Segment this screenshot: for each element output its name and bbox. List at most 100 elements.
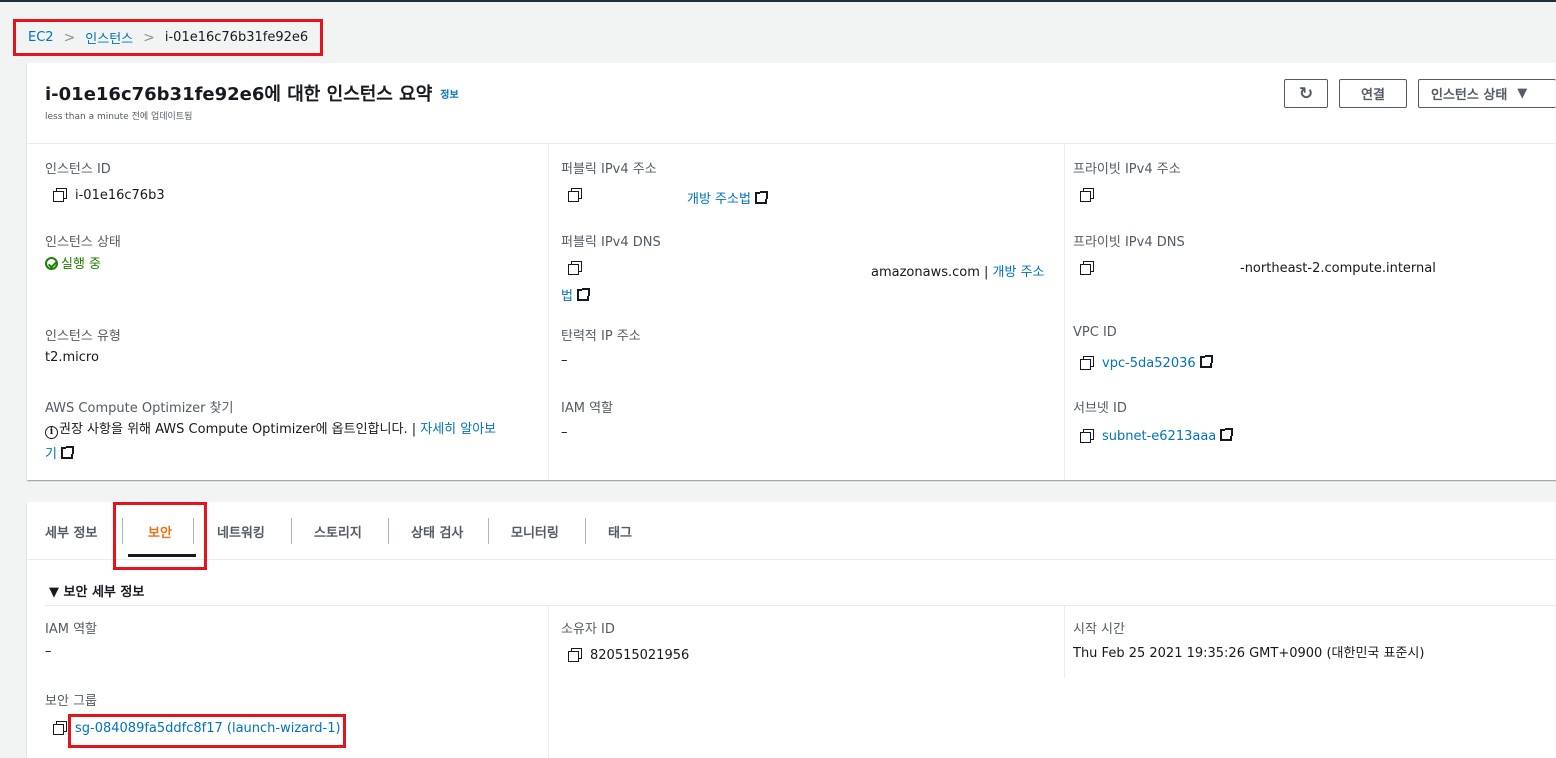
external-link-icon bbox=[1199, 355, 1213, 368]
info-link[interactable]: 정보 bbox=[440, 90, 458, 101]
private-dns-value: -northeast-2.compute.internal bbox=[1240, 261, 1436, 276]
private-ipv4-copy bbox=[1080, 188, 1102, 203]
sec-iam-role-value: – bbox=[45, 644, 52, 659]
copy-icon[interactable] bbox=[1080, 429, 1094, 443]
summary-title-text: i-01e16c76b31fe92e6에 대한 인스턴스 요약 bbox=[45, 84, 433, 105]
subnet-id-value: subnet-e6213aaa bbox=[1080, 428, 1234, 444]
header-actions: ↻ 연결 인스턴스 상태 ▼ bbox=[1284, 79, 1556, 108]
public-dns-text: amazonaws.com | bbox=[871, 265, 989, 280]
instance-type-label: 인스턴스 유형 bbox=[45, 329, 121, 344]
highlight-box-security-tab bbox=[113, 502, 207, 570]
tab-divider bbox=[488, 518, 489, 544]
instance-details-card: 세부 정보 보안 네트워킹 스토리지 상태 검사 모니터링 태그 ▼ 보안 세부… bbox=[27, 502, 1556, 758]
private-dns-label: 프라이빗 IPv4 DNS bbox=[1073, 235, 1185, 250]
column-divider bbox=[548, 144, 549, 480]
external-link-icon bbox=[60, 446, 74, 459]
optimizer-message: 권장 사항을 위해 AWS Compute Optimizer에 옵트인합니다.… bbox=[59, 422, 417, 437]
vpc-id-value: vpc-5da52036 bbox=[1080, 355, 1213, 371]
breadcrumb-instances[interactable]: 인스턴스 bbox=[85, 28, 133, 47]
iam-role-value: – bbox=[561, 425, 568, 440]
public-dns-value: amazonaws.com | 개방 주소 bbox=[871, 261, 1045, 280]
instance-summary-card: i-01e16c76b31fe92e6에 대한 인스턴스 요약 정보 less t… bbox=[27, 63, 1556, 480]
sec-iam-role-label: IAM 역할 bbox=[45, 622, 97, 637]
tab-details[interactable]: 세부 정보 bbox=[45, 522, 97, 541]
section-divider bbox=[45, 605, 1556, 606]
public-ipv4-label: 퍼블릭 IPv4 주소 bbox=[561, 162, 657, 177]
private-ipv4-label: 프라이빗 IPv4 주소 bbox=[1073, 162, 1181, 177]
subnet-id-link[interactable]: subnet-e6213aaa bbox=[1102, 429, 1216, 444]
security-group-label: 보안 그룹 bbox=[45, 694, 97, 709]
optimizer-label: AWS Compute Optimizer 찾기 bbox=[45, 401, 234, 416]
public-dns-copy bbox=[568, 261, 590, 276]
copy-icon[interactable] bbox=[1080, 261, 1094, 275]
chevron-right-icon: > bbox=[143, 29, 155, 46]
instance-id-value: i-01e16c76b3 bbox=[53, 188, 165, 203]
public-dns-link[interactable]: 개방 주소 bbox=[993, 265, 1045, 280]
highlight-box-security-group bbox=[68, 714, 346, 748]
tab-divider bbox=[291, 518, 292, 544]
elastic-ip-value: – bbox=[561, 353, 568, 368]
copy-icon[interactable] bbox=[568, 648, 582, 662]
tab-tags[interactable]: 태그 bbox=[608, 522, 632, 541]
copy-icon[interactable] bbox=[1080, 356, 1094, 370]
private-dns-copy bbox=[1080, 261, 1102, 276]
instance-id-text: i-01e16c76b3 bbox=[75, 188, 165, 203]
last-updated: less than a minute 전에 업데이트됨 bbox=[45, 112, 193, 122]
copy-icon[interactable] bbox=[568, 188, 582, 202]
refresh-button[interactable]: ↻ bbox=[1284, 79, 1328, 108]
instance-id-label: 인스턴스 ID bbox=[45, 162, 111, 177]
instance-type-value: t2.micro bbox=[45, 350, 99, 365]
tab-storage[interactable]: 스토리지 bbox=[314, 522, 362, 541]
breadcrumb-ec2[interactable]: EC2 bbox=[28, 30, 54, 45]
tab-networking[interactable]: 네트워킹 bbox=[217, 522, 265, 541]
elastic-ip-label: 탄력적 IP 주소 bbox=[561, 329, 641, 344]
instance-state-dropdown[interactable]: 인스턴스 상태 ▼ bbox=[1418, 79, 1556, 108]
subnet-id-label: 서브넷 ID bbox=[1073, 401, 1127, 416]
copy-icon[interactable] bbox=[53, 721, 67, 735]
copy-icon[interactable] bbox=[1080, 188, 1094, 202]
iam-role-label: IAM 역할 bbox=[561, 401, 613, 416]
top-nav-edge bbox=[0, 0, 1556, 2]
vpc-id-label: VPC ID bbox=[1073, 325, 1117, 340]
info-circle-icon: i bbox=[45, 426, 58, 439]
instance-state-button-label: 인스턴스 상태 bbox=[1431, 88, 1508, 103]
learn-more-link-wrap[interactable]: 기 bbox=[45, 443, 74, 462]
connect-button[interactable]: 연결 bbox=[1339, 79, 1407, 108]
details-tabs: 세부 정보 보안 네트워킹 스토리지 상태 검사 모니터링 태그 bbox=[27, 502, 1556, 560]
refresh-icon: ↻ bbox=[1298, 83, 1314, 104]
owner-id-value: 820515021956 bbox=[568, 648, 689, 663]
security-details-heading[interactable]: ▼ 보안 세부 정보 bbox=[49, 581, 144, 600]
copy-icon[interactable] bbox=[53, 188, 67, 202]
external-link-icon bbox=[754, 191, 768, 204]
tab-divider bbox=[585, 518, 586, 544]
caret-down-icon: ▼ bbox=[1517, 86, 1528, 101]
optimizer-text: i 권장 사항을 위해 AWS Compute Optimizer에 옵트인합니다… bbox=[45, 421, 545, 439]
learn-more-link[interactable]: 자세히 알아보 bbox=[420, 422, 496, 437]
tab-monitoring[interactable]: 모니터링 bbox=[511, 522, 559, 541]
vpc-id-link[interactable]: vpc-5da52036 bbox=[1102, 356, 1196, 371]
public-ipv4-link[interactable]: 개방 주소법 bbox=[687, 188, 768, 207]
public-ipv4-copy bbox=[568, 188, 590, 203]
breadcrumb: EC2 > 인스턴스 > i-01e16c76b31fe92e6 bbox=[13, 19, 324, 56]
launch-time-value: Thu Feb 25 2021 19:35:26 GMT+0900 (대한민국 … bbox=[1073, 646, 1425, 661]
column-divider bbox=[1064, 606, 1065, 678]
chevron-right-icon: > bbox=[63, 29, 76, 46]
check-circle-icon bbox=[45, 257, 58, 270]
column-divider bbox=[548, 606, 549, 758]
breadcrumb-current: i-01e16c76b31fe92e6 bbox=[164, 30, 309, 45]
launch-time-label: 시작 시간 bbox=[1073, 622, 1125, 637]
tab-divider bbox=[388, 518, 389, 544]
instance-state-label: 인스턴스 상태 bbox=[45, 235, 121, 250]
public-dns-link-cont[interactable]: 법 bbox=[561, 289, 573, 304]
owner-id-label: 소유자 ID bbox=[561, 622, 615, 637]
page-title: i-01e16c76b31fe92e6에 대한 인스턴스 요약 정보 bbox=[45, 80, 459, 106]
instance-state-text: 실행 중 bbox=[61, 257, 102, 272]
public-dns-link-wrap[interactable]: 법 bbox=[561, 285, 590, 304]
instance-state-value: 실행 중 bbox=[45, 253, 101, 272]
owner-id-text: 820515021956 bbox=[590, 648, 690, 663]
public-ipv4-link-text[interactable]: 개방 주소법 bbox=[687, 192, 751, 207]
learn-more-link-cont[interactable]: 기 bbox=[45, 447, 57, 462]
tab-status-checks[interactable]: 상태 검사 bbox=[411, 522, 463, 541]
copy-icon[interactable] bbox=[568, 261, 582, 275]
external-link-icon bbox=[576, 288, 590, 301]
